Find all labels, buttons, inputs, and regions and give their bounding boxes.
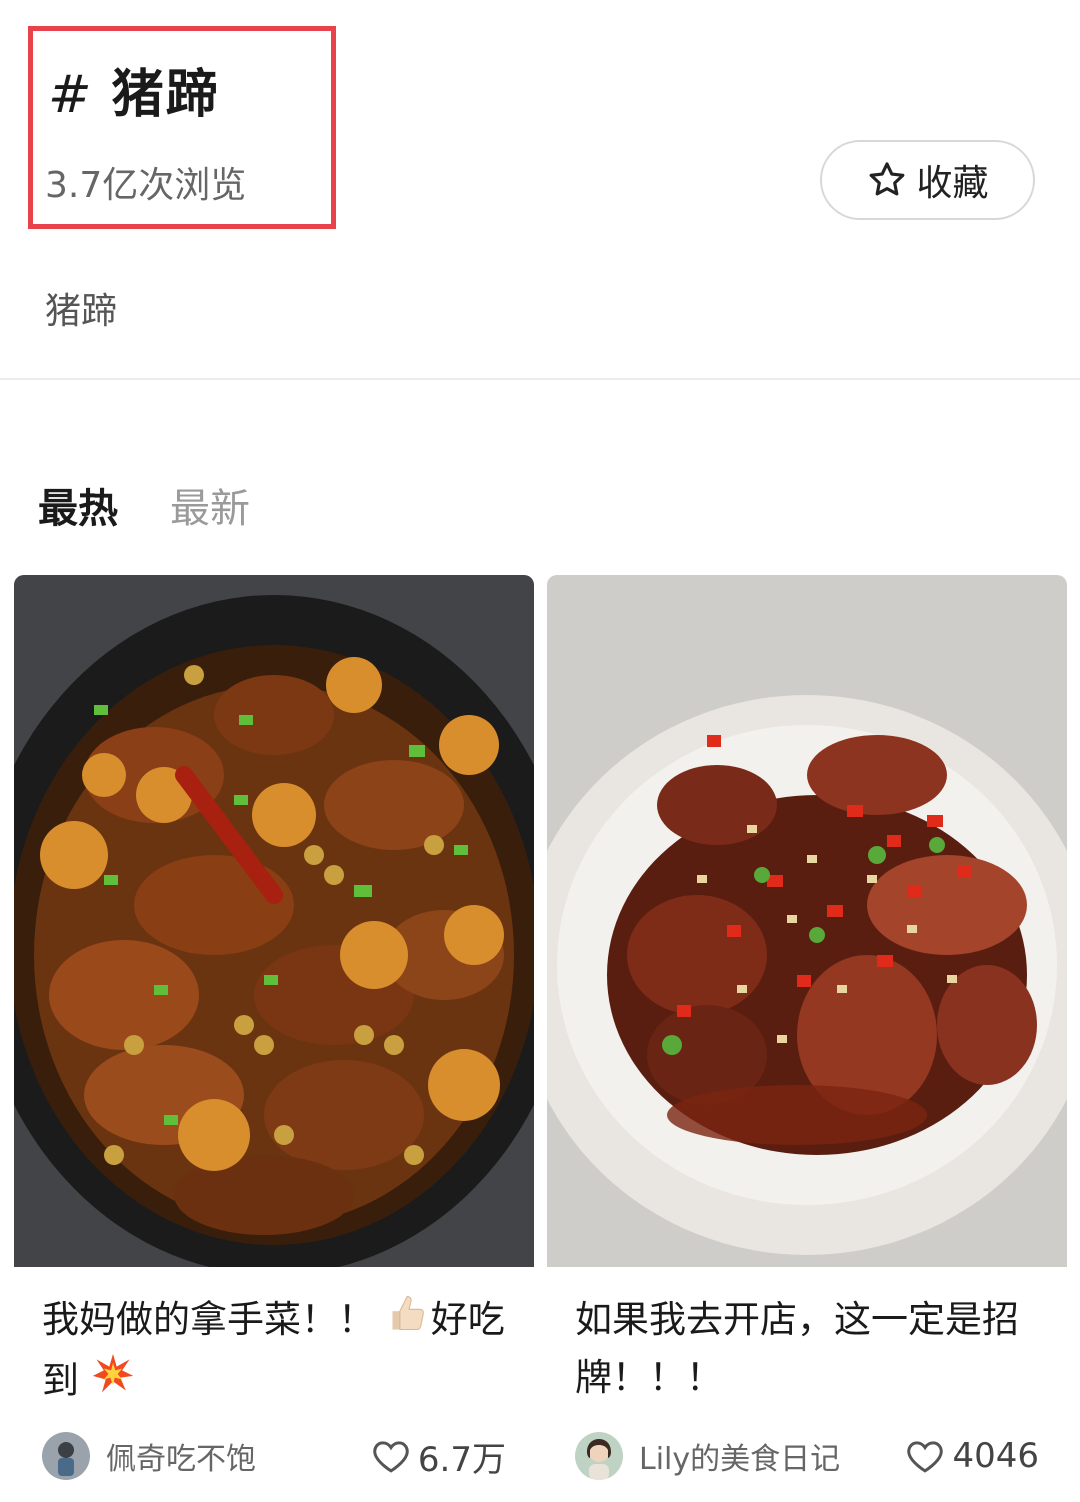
post-card[interactable]: 如果我去开店，这一定是招牌！！！ Lily的美食日记 4046 [547,575,1067,1502]
post-image[interactable] [547,575,1067,1267]
tab-hottest[interactable]: 最热 [38,476,118,534]
post-meta: 佩奇吃不饱 6.7万 [42,1431,506,1481]
post-title-text: 我妈做的拿手菜！！ [42,1298,375,1341]
like-button[interactable]: 4046 [904,1435,1039,1477]
star-icon [870,162,905,196]
like-count: 6.7万 [417,1439,506,1480]
author-avatar[interactable] [575,1432,623,1480]
post-image[interactable] [14,575,534,1267]
hashtag-icon: # [48,65,94,125]
like-count: 4046 [952,1436,1039,1476]
collision-icon [91,1352,135,1413]
topic-title: # 猪蹄 [48,52,220,127]
topic-description: 猪蹄 [45,291,118,332]
tab-newest[interactable]: 最新 [170,476,250,534]
spicy-pork-trotter-photo [547,575,1067,1267]
favorite-label: 收藏 [916,163,989,204]
thumbs-up-icon [387,1291,431,1352]
author-avatar[interactable] [42,1432,90,1480]
heart-icon [373,1441,409,1473]
like-button[interactable]: 6.7万 [370,1432,506,1481]
braised-pork-trotter-photo [14,575,534,1267]
topic-view-count: 3.7亿次浏览 [45,165,247,206]
divider [0,378,1080,380]
heart-icon [907,1441,944,1473]
post-title[interactable]: 如果我去开店，这一定是招牌！！！ [575,1291,1045,1407]
author-name[interactable]: Lily的美食日记 [639,1434,904,1478]
favorite-button[interactable]: 收藏 [820,140,1035,220]
post-title[interactable]: 我妈做的拿手菜！！ 好吃到 [42,1291,512,1413]
post-card[interactable]: 我妈做的拿手菜！！ 好吃到 佩奇吃不饱 6.7万 [14,575,534,1502]
post-meta: Lily的美食日记 4046 [575,1431,1039,1481]
author-name[interactable]: 佩奇吃不饱 [106,1434,370,1478]
sort-tabs: 最热 最新 [38,476,250,534]
topic-header: # 猪蹄 3.7亿次浏览 收藏 猪蹄 [0,0,1080,380]
topic-title-text: 猪蹄 [111,65,220,125]
